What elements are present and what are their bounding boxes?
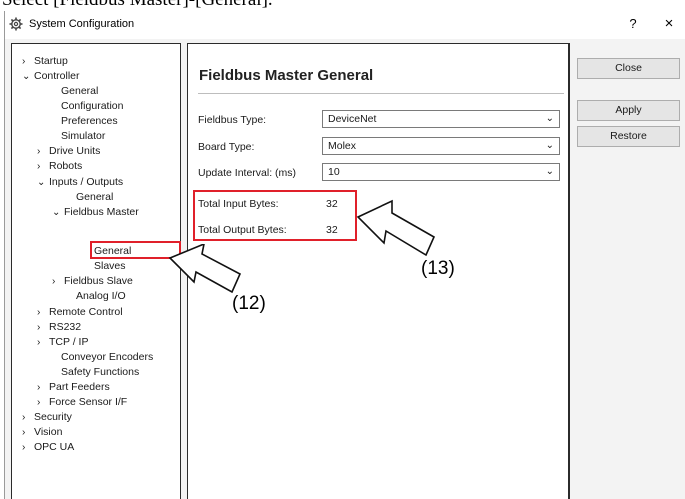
tree-item-preferences[interactable]: Preferences — [61, 114, 118, 129]
tree-item-conveyor-encoders[interactable]: Conveyor Encoders — [61, 350, 153, 365]
apply-button[interactable]: Apply — [577, 100, 680, 121]
chevron-right-icon: › — [22, 56, 26, 67]
tree-item-part-feeders[interactable]: › Part Feeders — [37, 380, 110, 395]
tree-item-rs232[interactable]: › RS232 — [37, 320, 81, 335]
chevron-right-icon: › — [37, 397, 41, 408]
title-bar: System Configuration ? × — [5, 11, 685, 39]
callout-label-12: (12) — [232, 293, 266, 314]
update-interval-label: Update Interval: (ms) — [198, 167, 297, 179]
tree-item-security[interactable]: › Security — [22, 410, 72, 425]
tree-item-analog-io[interactable]: Analog I/O — [76, 289, 126, 304]
gear-icon — [9, 17, 23, 31]
tree-item-safety-functions[interactable]: Safety Functions — [61, 365, 139, 380]
board-type-select[interactable]: Molex ⌄ — [322, 137, 560, 155]
chevron-down-icon: ⌄ — [545, 140, 554, 151]
callout-label-13: (13) — [421, 258, 455, 279]
tree-item-controller-general[interactable]: General — [61, 84, 98, 99]
chevron-down-icon: ⌄ — [37, 177, 46, 188]
update-interval-value: 10 — [328, 166, 340, 178]
fieldbus-type-label: Fieldbus Type: — [198, 114, 267, 126]
tree-item-configuration[interactable]: Configuration — [61, 99, 123, 114]
chevron-right-icon: › — [37, 161, 41, 172]
caption-text: Select [Fieldbus Master]-[General]. — [2, 0, 273, 11]
window-title: System Configuration — [29, 18, 135, 30]
chevron-right-icon: › — [22, 427, 26, 438]
board-type-value: Molex — [328, 140, 357, 152]
chevron-down-icon: ⌄ — [545, 166, 554, 177]
chevron-down-icon: ⌄ — [52, 207, 61, 218]
tree-item-simulator[interactable]: Simulator — [61, 129, 105, 144]
tree-item-fieldbus-master[interactable]: ⌄ Fieldbus Master — [52, 205, 139, 220]
title-divider — [198, 93, 564, 94]
tree-item-opc-ua[interactable]: › OPC UA — [22, 440, 74, 455]
board-type-label: Board Type: — [198, 141, 255, 153]
restore-button[interactable]: Restore — [577, 126, 680, 147]
chevron-down-icon: ⌄ — [545, 113, 554, 124]
callout-arrow-13 — [356, 199, 436, 257]
help-button[interactable]: ? — [625, 16, 641, 34]
chevron-right-icon: › — [37, 307, 41, 318]
chevron-right-icon: › — [37, 146, 41, 157]
settings-tree: › Startup ⌄ Controller General Configurati… — [11, 43, 181, 499]
tree-item-inputs-outputs[interactable]: ⌄ Inputs / Outputs — [37, 175, 123, 190]
chevron-right-icon: › — [22, 442, 26, 453]
tree-item-drive-units[interactable]: › Drive Units — [37, 144, 100, 159]
tree-item-tcp-ip[interactable]: › TCP / IP — [37, 335, 88, 350]
bytes-highlight-box — [193, 190, 357, 241]
tree-item-fieldbus-slave[interactable]: › Fieldbus Slave — [52, 274, 133, 289]
tree-item-io-general[interactable]: General — [76, 190, 113, 205]
tree-item-startup[interactable]: › Startup — [22, 54, 68, 69]
chevron-down-icon: ⌄ — [22, 71, 31, 82]
chevron-right-icon: › — [37, 337, 41, 348]
close-window-button[interactable]: × — [659, 15, 679, 35]
fieldbus-type-value: DeviceNet — [328, 113, 377, 125]
page-title: Fieldbus Master General — [199, 67, 374, 84]
tree-item-force-sensor[interactable]: › Force Sensor I/F — [37, 395, 127, 410]
system-configuration-window: System Configuration ? × › Startup ⌄ Contr… — [4, 11, 685, 499]
tree-item-robots[interactable]: › Robots — [37, 159, 82, 174]
tree-item-controller[interactable]: ⌄ Controller — [22, 69, 80, 84]
chevron-right-icon: › — [37, 322, 41, 333]
chevron-right-icon: › — [52, 276, 56, 287]
tree-item-remote-control[interactable]: › Remote Control — [37, 305, 123, 320]
button-panel: Close Apply Restore — [569, 43, 685, 499]
chevron-right-icon: › — [22, 412, 26, 423]
chevron-right-icon: › — [37, 382, 41, 393]
close-button[interactable]: Close — [577, 58, 680, 79]
tree-item-slaves[interactable]: Slaves — [94, 259, 126, 274]
update-interval-select[interactable]: 10 ⌄ — [322, 163, 560, 181]
fieldbus-type-select[interactable]: DeviceNet ⌄ — [322, 110, 560, 128]
tree-item-vision[interactable]: › Vision — [22, 425, 62, 440]
